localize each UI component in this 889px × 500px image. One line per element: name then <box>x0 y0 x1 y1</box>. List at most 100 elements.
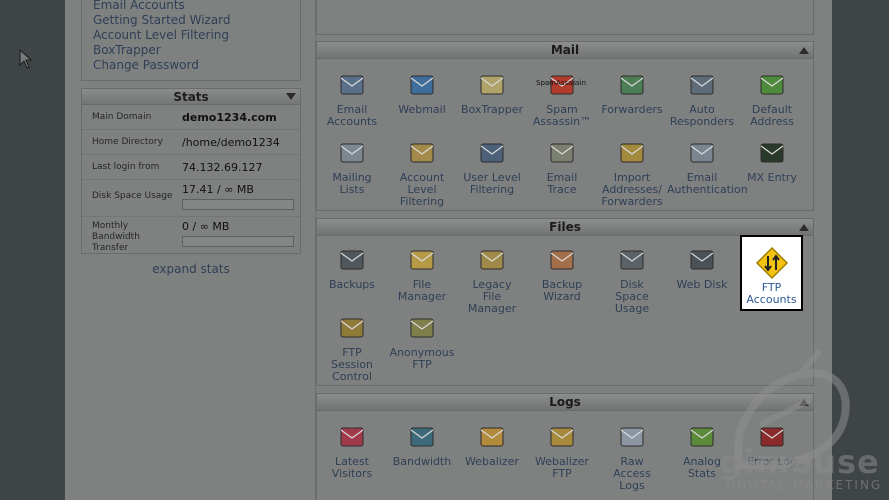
files-item[interactable]: Backups <box>317 244 387 291</box>
mail-item-label: Assassin™ <box>532 115 592 128</box>
files-item[interactable]: Legacy File Manager <box>457 244 527 315</box>
collapse-icon[interactable] <box>286 93 296 100</box>
mail-item-icon <box>620 75 644 95</box>
files-item-label: Web Disk <box>676 278 728 291</box>
collapse-icon[interactable] <box>799 47 809 54</box>
stats-header[interactable]: Stats <box>82 89 300 105</box>
files-item[interactable]: Web Disk <box>667 244 737 291</box>
stat-bandwidth: Monthly Bandwidth Transfer 0 / ∞ MB <box>82 217 300 254</box>
shortcut-links: Email Accounts Getting Started Wizard Ac… <box>81 0 301 81</box>
logs-item-label: Logs <box>619 479 645 492</box>
stat-last-login: Last login from 74.132.69.127 <box>82 155 300 180</box>
link-getting-started[interactable]: Getting Started Wizard <box>82 13 300 28</box>
files-item-icon <box>340 318 364 338</box>
logs-item-icon <box>550 427 574 447</box>
mail-title: Mail <box>550 43 580 57</box>
mail-item[interactable]: Email Authentication <box>667 137 748 196</box>
stat-value: demo1234.com <box>182 111 277 124</box>
mail-item[interactable]: Mailing Lists <box>317 137 387 196</box>
files-title: Files <box>549 220 581 234</box>
mail-item-label: Authentication <box>667 183 748 196</box>
mail-item[interactable]: Import Addresses/Forwarders <box>597 137 667 208</box>
stat-label: Home Directory <box>92 137 163 147</box>
mail-item-label: Filtering <box>399 195 445 208</box>
stats-title: Stats <box>173 90 209 104</box>
mail-item[interactable]: Auto Responders <box>667 69 737 128</box>
mail-item-icon <box>340 75 364 95</box>
mail-item-icon <box>410 143 434 163</box>
files-item-icon <box>410 250 434 270</box>
link-account-level-filtering[interactable]: Account Level Filtering <box>82 28 300 43</box>
files-item-label: Control <box>332 370 372 383</box>
mail-item[interactable]: Forwarders <box>597 69 667 116</box>
watermark-brand: gimouse <box>720 443 880 481</box>
watermark-tagline: DIGITAL MARKETING <box>726 478 883 492</box>
link-email-accounts[interactable]: Email Accounts <box>82 0 300 13</box>
collapse-icon[interactable] <box>799 224 809 231</box>
logs-item-label: Webalizer <box>465 455 519 468</box>
logs-item-label: Visitors <box>331 467 373 480</box>
mail-item[interactable]: Email Trace <box>527 137 597 196</box>
mail-item[interactable]: Spam Assassin™ <box>527 69 597 128</box>
mail-item-label: Forwarders <box>601 103 663 116</box>
mail-item-label: Lists <box>339 183 365 196</box>
stat-value: /home/demo1234 <box>182 136 280 149</box>
logs-item[interactable]: Raw Access Logs <box>597 421 667 492</box>
mail-item-label: Accounts <box>326 115 378 128</box>
files-header[interactable]: Files <box>317 219 813 236</box>
mail-item-label: Address <box>750 115 794 128</box>
files-item-icon <box>340 250 364 270</box>
mail-item[interactable]: Account Level Filtering <box>387 137 457 208</box>
ftp-accounts-highlight[interactable]: FTP Accounts <box>740 235 803 311</box>
disk-usage-bar <box>182 199 294 210</box>
logs-item-label: FTP <box>552 467 572 480</box>
mail-item-icon <box>550 143 574 163</box>
stat-home-directory: Home Directory /home/demo1234 <box>82 130 300 155</box>
mail-item[interactable]: Email Accounts <box>317 69 387 128</box>
expand-stats-link[interactable]: expand stats <box>81 262 301 276</box>
mail-item-icon <box>760 75 784 95</box>
mail-header[interactable]: Mail <box>317 42 813 59</box>
stat-disk-usage: Disk Space Usage 17.41 / ∞ MB <box>82 180 300 217</box>
mail-item[interactable]: Default Address <box>737 69 807 128</box>
files-item-label: Usage <box>614 302 650 315</box>
files-item-icon <box>690 250 714 270</box>
logs-item-icon <box>480 427 504 447</box>
files-item[interactable]: Disk Space Usage <box>597 244 667 315</box>
mail-item[interactable]: MX Entry <box>737 137 807 184</box>
stats-panel: Stats Main Domain demo1234.com Home Dire… <box>81 88 301 254</box>
logs-item[interactable]: Latest Visitors <box>317 421 387 480</box>
files-item-label: Backups <box>328 278 376 291</box>
stat-label: Main Domain <box>92 112 152 122</box>
mail-item[interactable]: Webmail <box>387 69 457 116</box>
mail-item-label: Webmail <box>398 103 446 116</box>
files-item[interactable]: Backup Wizard <box>527 244 597 303</box>
stat-value: 0 / ∞ MB <box>182 220 230 233</box>
bandwidth-bar <box>182 236 294 247</box>
mail-item[interactable]: BoxTrapper <box>457 69 527 116</box>
files-item-label: Manager <box>467 302 517 315</box>
link-boxtrapper[interactable]: BoxTrapper <box>82 43 300 58</box>
logs-item[interactable]: Webalizer <box>457 421 527 468</box>
files-item[interactable]: FTP Session Control <box>317 312 387 383</box>
stat-label: Disk Space Usage <box>92 191 173 201</box>
files-item[interactable]: File Manager <box>387 244 457 303</box>
mail-item-icon <box>690 75 714 95</box>
logs-item[interactable]: Bandwidth <box>387 421 457 468</box>
files-item[interactable]: Anonymous FTP <box>387 312 457 371</box>
stat-value: 17.41 / ∞ MB <box>182 183 254 196</box>
logs-title: Logs <box>549 395 581 409</box>
ftp-accounts-label-2: Accounts <box>746 293 797 306</box>
link-change-password[interactable]: Change Password <box>82 58 300 73</box>
mail-item-label: Responders <box>669 115 735 128</box>
ftp-accounts-icon <box>755 246 788 280</box>
group-mail: Mail Email Accounts Webmail BoxTrapper Spam A… <box>316 41 814 211</box>
files-item-icon <box>410 318 434 338</box>
mail-item[interactable]: User Level Filtering <box>457 137 527 196</box>
logs-item[interactable]: Webalizer FTP <box>527 421 597 480</box>
mail-item-icon <box>410 75 434 95</box>
spamassassin-badge: SpamAssassin <box>536 79 587 87</box>
mail-item-icon <box>620 143 644 163</box>
logs-item-label: Bandwidth <box>392 455 452 468</box>
mail-item-label: Forwarders <box>601 195 663 208</box>
